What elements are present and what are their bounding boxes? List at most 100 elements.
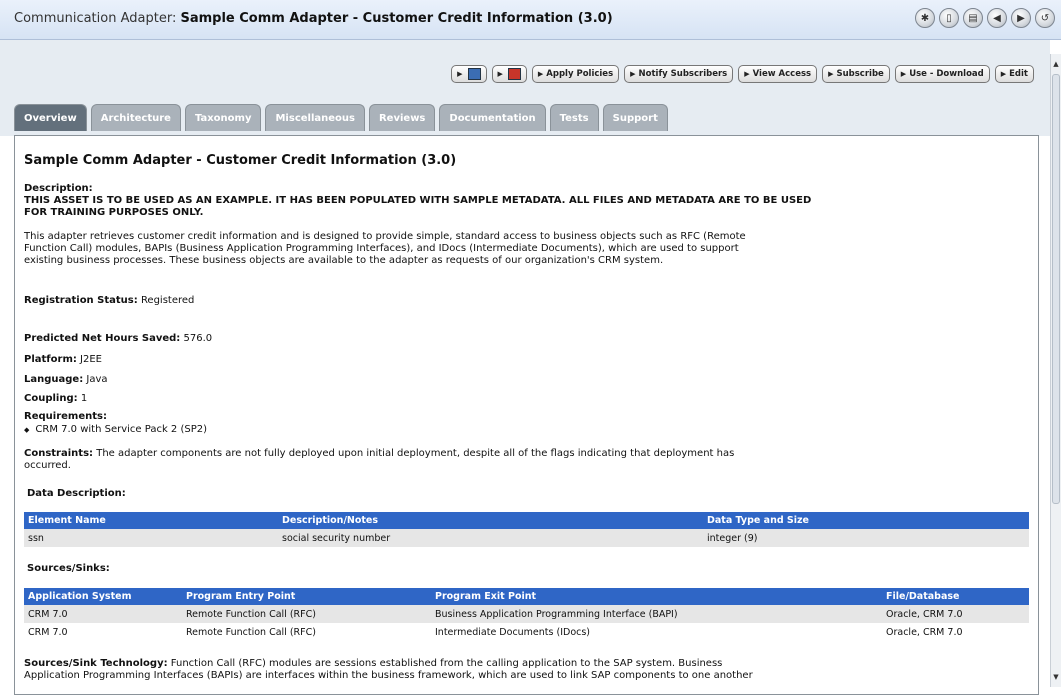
tab-tests[interactable]: Tests: [549, 104, 599, 131]
tech-text-2: Application Programming Interfaces (BAPI…: [24, 670, 753, 681]
refresh-icon[interactable]: ↺: [1035, 8, 1055, 28]
vertical-scrollbar[interactable]: ▲ ▼: [1050, 54, 1061, 687]
tech-text-1: Function Call (RFC) modules are sessions…: [170, 658, 723, 669]
column-header: Description/Notes: [278, 512, 703, 529]
column-header: Application System: [24, 588, 182, 605]
window-title: Communication Adapter: Sample Comm Adapt…: [14, 11, 613, 26]
back-icon[interactable]: ◀: [987, 8, 1007, 28]
scroll-down-icon[interactable]: ▼: [1051, 671, 1061, 683]
asset-title: Sample Comm Adapter - Customer Credit In…: [24, 153, 457, 168]
scroll-thumb[interactable]: [1052, 74, 1060, 504]
hours-value: 576.0: [183, 333, 213, 344]
table-cell: ssn: [24, 529, 278, 547]
apply-policies-label: Apply Policies: [546, 69, 614, 79]
column-header: Program Exit Point: [431, 588, 882, 605]
table-cell: Intermediate Documents (IDocs): [435, 626, 591, 638]
pdf-button[interactable]: ▶: [491, 65, 527, 83]
description-caps-line-1: THIS ASSET IS TO BE USED AS AN EXAMPLE. …: [24, 195, 812, 206]
title-prefix: Communication Adapter:: [14, 11, 177, 26]
forward-icon[interactable]: ▶: [1011, 8, 1031, 28]
title-asset-name: Sample Comm Adapter - Customer Credit In…: [180, 11, 613, 26]
language: Language: Java: [24, 374, 108, 386]
constraints-label: Constraints:: [24, 448, 94, 459]
view-access-button[interactable]: ▶ View Access: [738, 65, 818, 83]
table-cell: Remote Function Call (RFC): [186, 626, 316, 638]
sources-sinks-table: Application System Program Entry Point P…: [24, 588, 1029, 641]
description-label: Description:: [24, 183, 93, 194]
sources-sink-technology: Sources/Sink Technology: Function Call (…: [24, 658, 722, 670]
coupling: Coupling: 1: [24, 393, 87, 405]
edit-button[interactable]: ▶ Edit: [994, 65, 1034, 83]
scroll-up-icon[interactable]: ▲: [1051, 58, 1061, 70]
table-cell: Oracle, CRM 7.0: [882, 605, 1029, 623]
tech-label: Sources/Sink Technology:: [24, 658, 168, 669]
tab-documentation[interactable]: Documentation: [439, 104, 546, 131]
data-description-table: Element Name Description/Notes Data Type…: [24, 512, 1029, 547]
edit-label: Edit: [1009, 69, 1028, 79]
window-controls: ✱ ▯ ▤ ◀ ▶ ↺: [915, 8, 1055, 28]
description-caps-line-2: FOR TRAINING PURPOSES ONLY.: [24, 207, 204, 218]
use-download-label: Use - Download: [909, 69, 984, 79]
hours-label: Predicted Net Hours Saved:: [24, 333, 181, 344]
pdf-icon: [507, 68, 521, 80]
requirements-item: CRM 7.0 with Service Pack 2 (SP2): [24, 424, 207, 436]
save-button[interactable]: ▶: [451, 65, 487, 83]
action-toolbar: ▶ ▶ ▶ Apply Policies ▶ Notify Subscribers …: [451, 65, 1034, 83]
data-description-label: Data Description:: [27, 488, 126, 499]
table-row: ssn social security number integer (9): [24, 529, 1029, 547]
table-cell: CRM 7.0: [24, 605, 182, 623]
tab-bar: Overview Architecture Taxonomy Miscellan…: [14, 104, 668, 131]
column-header: Element Name: [24, 512, 278, 529]
table-row: CRM 7.0 Remote Function Call (RFC) Inter…: [24, 623, 1029, 641]
tab-miscellaneous[interactable]: Miscellaneous: [265, 104, 365, 131]
platform-value: J2EE: [80, 354, 102, 365]
constraints: Constraints: The adapter components are …: [24, 448, 734, 460]
sources-sinks-label: Sources/Sinks:: [27, 563, 110, 574]
registration-status: Registration Status: Registered: [24, 295, 194, 307]
platform-label: Platform:: [24, 354, 77, 365]
print-icon[interactable]: ▤: [963, 8, 983, 28]
column-header: File/Database: [882, 588, 1029, 605]
language-value: Java: [86, 374, 108, 385]
table-header-row: Element Name Description/Notes Data Type…: [24, 512, 1029, 529]
coupling-value: 1: [80, 393, 88, 404]
table-cell: integer (9): [703, 529, 1029, 547]
asterisk-icon[interactable]: ✱: [915, 8, 935, 28]
tab-support[interactable]: Support: [602, 104, 668, 131]
registration-value: Registered: [140, 295, 195, 306]
table-cell: social security number: [278, 529, 703, 547]
table-cell: Oracle, CRM 7.0: [886, 626, 963, 638]
table-cell: Business Application Programming Interfa…: [431, 605, 882, 623]
save-icon: [467, 68, 481, 80]
document-icon[interactable]: ▯: [939, 8, 959, 28]
description-text-line-2: Function Call) modules, BAPIs (Business …: [24, 243, 739, 254]
subscribe-button[interactable]: ▶ Subscribe: [822, 65, 890, 83]
tab-architecture[interactable]: Architecture: [90, 104, 181, 131]
hours-saved: Predicted Net Hours Saved: 576.0: [24, 333, 212, 345]
constraints-text-1: The adapter components are not fully dep…: [96, 448, 735, 459]
language-label: Language:: [24, 374, 84, 385]
platform: Platform: J2EE: [24, 354, 102, 366]
view-access-label: View Access: [752, 69, 812, 79]
coupling-label: Coupling:: [24, 393, 78, 404]
column-header: Program Entry Point: [182, 588, 431, 605]
requirements-label: Requirements:: [24, 411, 107, 422]
table-row: CRM 7.0 Remote Function Call (RFC) Busin…: [24, 605, 1029, 623]
table-cell: CRM 7.0: [28, 626, 68, 638]
constraints-text-2: occurred.: [24, 460, 71, 471]
apply-policies-button[interactable]: ▶ Apply Policies: [531, 65, 620, 83]
description-text-line-3: existing business processes. These busin…: [24, 255, 664, 266]
subscribe-label: Subscribe: [836, 69, 884, 79]
registration-label: Registration Status:: [24, 295, 138, 306]
table-cell: Remote Function Call (RFC): [182, 605, 431, 623]
overview-panel: Sample Comm Adapter - Customer Credit In…: [14, 135, 1039, 695]
column-header: Data Type and Size: [703, 512, 1029, 529]
window-titlebar: Communication Adapter: Sample Comm Adapt…: [0, 0, 1061, 40]
notify-subscribers-button[interactable]: ▶ Notify Subscribers: [624, 65, 734, 83]
tab-overview[interactable]: Overview: [14, 104, 87, 131]
tab-reviews[interactable]: Reviews: [368, 104, 436, 131]
use-download-button[interactable]: ▶ Use - Download: [894, 65, 990, 83]
description-text-line-1: This adapter retrieves customer credit i…: [24, 231, 746, 242]
notify-subscribers-label: Notify Subscribers: [638, 69, 728, 79]
tab-taxonomy[interactable]: Taxonomy: [184, 104, 262, 131]
